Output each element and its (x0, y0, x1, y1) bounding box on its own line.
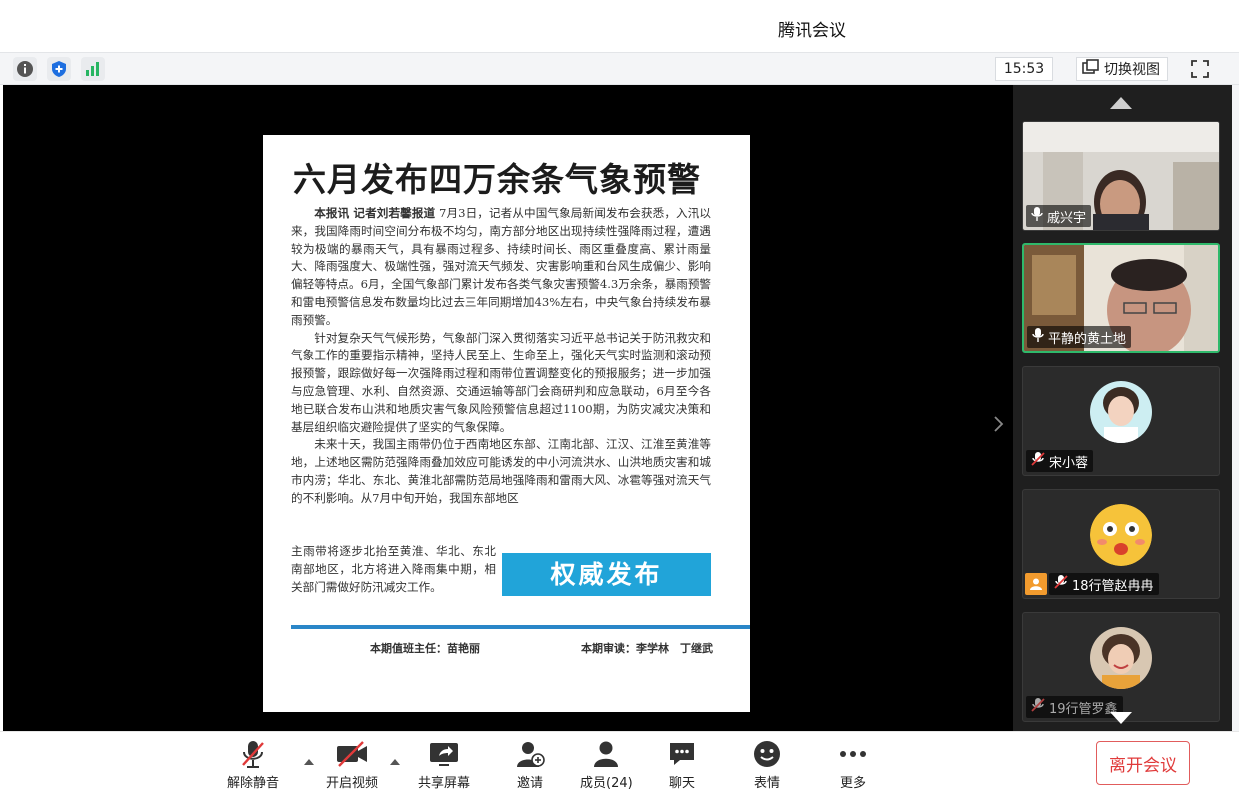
share-screen-button[interactable]: 共享屏幕 (418, 738, 470, 791)
participant-tile[interactable]: 戚兴宇 (1022, 121, 1220, 231)
avatar (1090, 504, 1152, 566)
document-paragraph: 未来十天，我国主雨带仍位于西南地区东部、江南北部、江汉、江淮至黄淮等地，上述地区… (291, 437, 711, 505)
switch-view-label: 切换视图 (1104, 62, 1160, 78)
user-icon (1025, 573, 1047, 595)
participant-name: 19行管罗鑫 (1049, 701, 1118, 717)
info-icon[interactable] (13, 57, 37, 81)
unmute-label: 解除静音 (227, 776, 280, 791)
participant-name-badge: 宋小蓉 (1026, 450, 1094, 472)
participant-name: 平静的黄土地 (1048, 331, 1127, 347)
meeting-controls: 解除静音 开启视频 共享屏幕 邀请 成员(24) 聊天 表情 更多 离开会议 (0, 731, 1239, 799)
start-video-label: 开启视频 (326, 776, 379, 791)
microphone-icon (1030, 206, 1044, 226)
document-body: 本报讯 记者刘若馨报道 7月3日，记者从中国气象局新闻发布会获悉，入汛以来，我国… (291, 205, 711, 508)
signal-bars-icon[interactable] (81, 57, 105, 81)
title-bar: 腾讯会议 (0, 0, 1239, 52)
authoritative-release-banner: 权威发布 (502, 553, 711, 596)
participant-tile[interactable]: 19行管罗鑫 (1022, 612, 1220, 722)
invite-label: 邀请 (516, 776, 543, 791)
camera-off-icon (335, 738, 369, 770)
participant-name-badge: 平静的黄土地 (1027, 326, 1132, 348)
add-user-icon (515, 738, 545, 770)
meeting-clock: 15:53 (995, 57, 1053, 81)
meeting-toolbar: 15:53 切换视图 (0, 52, 1239, 85)
participant-name-badge: 18行管赵冉冉 (1025, 573, 1159, 595)
reviewers: 本期审读：李学林 丁继武 (581, 642, 713, 655)
avatar (1090, 381, 1152, 443)
participant-name: 宋小蓉 (1049, 455, 1089, 471)
invite-button[interactable]: 邀请 (515, 738, 545, 791)
chat-label: 聊天 (668, 776, 695, 791)
microphone-icon (1031, 327, 1045, 347)
share-screen-icon (429, 738, 459, 770)
shared-screen: 六月发布四万余条气象预警 本报讯 记者刘若馨报道 7月3日，记者从中国气象局新闻… (3, 85, 1013, 731)
document-paragraph-text: 7月3日，记者从中国气象局新闻发布会获悉，入汛以来，我国降雨时间空间分布极不均匀… (291, 206, 712, 327)
scroll-down-icon[interactable] (1109, 710, 1133, 729)
unmute-button[interactable]: 解除静音 (227, 738, 279, 791)
shared-document: 六月发布四万余条气象预警 本报讯 记者刘若馨报道 7月3日，记者从中国气象局新闻… (263, 135, 750, 712)
members-icon (591, 738, 621, 770)
document-divider (291, 625, 750, 629)
document-tail: 主雨带将逐步北抬至黄淮、华北、东北南部地区，北方将进入降雨集中期，相关部门需做好… (291, 544, 496, 594)
emoji-icon (752, 738, 782, 770)
participant-name: 戚兴宇 (1047, 210, 1087, 226)
microphone-muted-icon (239, 738, 267, 770)
scroll-up-icon[interactable] (1109, 95, 1133, 114)
document-headline: 六月发布四万余条气象预警 (293, 160, 701, 199)
more-icon (838, 738, 868, 770)
fullscreen-icon[interactable] (1187, 57, 1213, 81)
reactions-button[interactable]: 表情 (752, 738, 782, 791)
participant-panel: 戚兴宇 平静的黄土地 宋小蓉 18行管赵冉冉 19行管罗鑫 (1013, 85, 1232, 731)
chevron-right-icon[interactable] (993, 413, 1005, 439)
more-label: 更多 (839, 776, 866, 791)
more-button[interactable]: 更多 (838, 738, 868, 791)
document-lead: 本报讯 记者刘若馨报道 (314, 206, 436, 220)
members-label: 成员(24) (580, 776, 633, 791)
members-button[interactable]: 成员(24) (580, 738, 633, 791)
participant-tile[interactable]: 宋小蓉 (1022, 366, 1220, 476)
audio-options-caret-icon[interactable] (304, 750, 314, 769)
participant-name: 18行管赵冉冉 (1072, 578, 1154, 594)
participant-tile[interactable]: 18行管赵冉冉 (1022, 489, 1220, 599)
window-title: 腾讯会议 (778, 21, 846, 41)
switch-view-icon (1082, 59, 1100, 79)
video-options-caret-icon[interactable] (390, 750, 400, 769)
share-screen-label: 共享屏幕 (418, 776, 471, 791)
leave-meeting-button[interactable]: 离开会议 (1096, 741, 1190, 785)
document-paragraph: 本报讯 记者刘若馨报道 7月3日，记者从中国气象局新闻发布会获悉，入汛以来，我国… (291, 205, 711, 330)
participant-name-badge: 戚兴宇 (1026, 205, 1092, 227)
chat-icon (668, 738, 696, 770)
duty-editor: 本期值班主任：苗艳丽 (370, 642, 480, 655)
chat-button[interactable]: 聊天 (668, 738, 696, 791)
start-video-button[interactable]: 开启视频 (326, 738, 378, 791)
scrollbar[interactable] (1232, 85, 1239, 731)
microphone-muted-icon (1030, 451, 1046, 471)
microphone-muted-icon (1053, 574, 1069, 594)
participant-tile-active-speaker[interactable]: 平静的黄土地 (1022, 243, 1220, 353)
document-paragraph: 针对复杂天气气候形势，气象部门深入贯彻落实习近平总书记关于防汛救灾和气象工作的重… (291, 330, 711, 434)
switch-view-button[interactable]: 切换视图 (1076, 57, 1168, 81)
avatar (1090, 627, 1152, 689)
participant-label: 18行管赵冉冉 (1049, 573, 1159, 595)
microphone-muted-icon (1030, 697, 1046, 717)
reactions-label: 表情 (753, 776, 780, 791)
shield-icon[interactable] (47, 57, 71, 81)
